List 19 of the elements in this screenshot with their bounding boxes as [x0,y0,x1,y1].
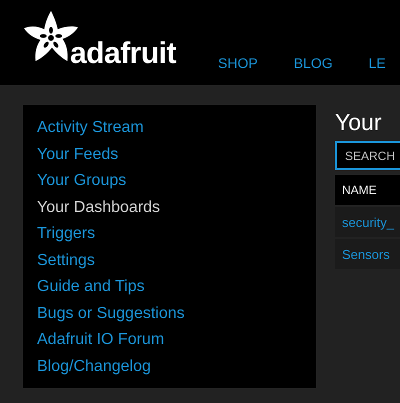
sidebar-link[interactable]: Guide and Tips [37,274,145,300]
column-header[interactable]: NAME [342,183,377,197]
logo-text[interactable]: adafruit [70,39,176,69]
sidebar-link[interactable]: Triggers [37,221,96,248]
search-field[interactable]: SEARCH [335,141,400,170]
sidebar-link[interactable]: Adafruit IO Forum [37,327,164,354]
nav-link[interactable]: BLOG [294,55,333,71]
sidebar-link[interactable]: Activity Stream [37,115,144,142]
sidebar-link[interactable]: Blog/Changelog [37,354,151,380]
sidebar-link[interactable]: Your Feeds [37,142,118,168]
page-title: Your [335,108,382,137]
dashboard-link[interactable]: Sensors [342,246,390,262]
sidebar-link[interactable]: Settings [37,248,95,274]
dashboard-link[interactable]: security_ [342,214,394,230]
nav-link[interactable]: LE [368,55,386,71]
sidebar-link[interactable]: Bugs or Suggestions [37,300,185,327]
sidebar-link[interactable]: Your Dashboards [37,194,160,221]
nav-link[interactable]: SHOP [218,55,258,71]
sidebar-link[interactable]: Your Groups [37,168,126,194]
